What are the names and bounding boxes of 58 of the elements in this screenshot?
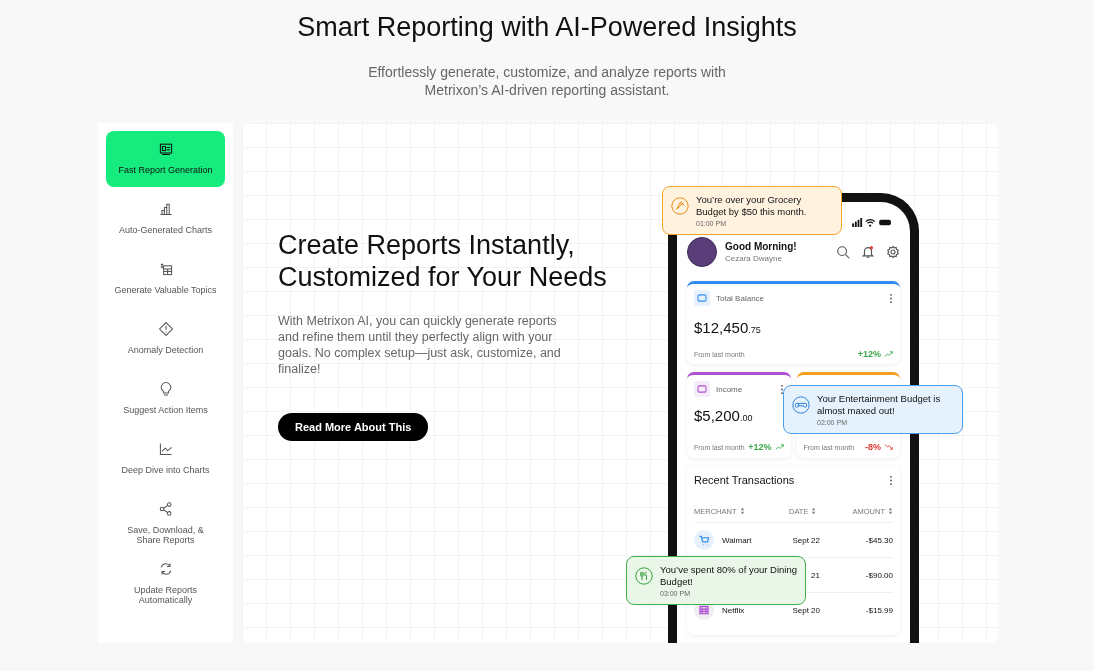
feature-icon [157,321,174,337]
sort-icon[interactable] [888,507,893,515]
change-value: +12% [857,349,881,359]
more-options-icon[interactable] [779,383,784,395]
settings-icon[interactable] [886,245,900,259]
sidebar-item[interactable]: Deep Dive into Charts [106,431,225,487]
trend-up-icon [884,351,893,357]
more-options-icon[interactable] [889,474,893,486]
section-subtitle: Effortlessly generate, customize, and analyze reports with Metrixon’s AI-driven reporting assistant. [367,63,727,99]
feature-icon [157,441,174,457]
status-icons [852,218,892,227]
avatar [687,237,717,267]
change-value: -8% [865,442,881,452]
user-name: Cezara Dwayne [725,254,783,263]
sidebar-item[interactable]: Suggest Action Items [106,371,225,427]
transactions-title: Recent Transactions [694,474,795,486]
notification-icon [792,396,810,414]
read-more-button[interactable]: Read More About This [278,413,429,441]
notification-icon [635,567,653,585]
transaction-date: Sept 22 [791,535,820,545]
notification-icon [671,197,689,215]
card-amount: $5,200.00 [694,407,754,424]
feature-icon [157,501,174,517]
trend-down-icon [884,444,893,450]
sidebar-item[interactable]: Anomaly Detection [106,311,225,367]
section-title: Smart Reporting with AI-Powered Insights [297,12,797,43]
sort-icon[interactable] [811,507,817,515]
change-value: +12% [748,442,772,452]
trend-up-icon [774,444,784,450]
transaction-amount: -$45.30 [864,535,893,545]
merchant-name: Walmart [722,535,752,545]
sidebar-item[interactable]: Save, Download, & Share Reports [106,491,225,547]
feature-icon [157,141,174,157]
notification-message: Your Entertainment Budget is almost maxed out! [817,393,942,416]
sidebar-item[interactable]: Fast Report Generation [106,131,225,187]
card-amount: $12,450.75 [694,319,762,336]
card-icon [694,381,710,397]
transaction-amount: -$15.99 [864,605,893,615]
notification-bell-icon[interactable] [861,245,875,259]
card-icon [694,290,710,306]
card-label: Total Balance [716,293,766,303]
more-options-icon[interactable] [889,292,893,304]
sidebar-item[interactable]: Generate Valuable Topics [106,251,225,307]
notification-message: You’re over your Grocery Budget by $50 this month. [696,194,808,217]
sort-icon[interactable] [739,507,745,515]
merchant-name: Netflix [722,605,745,615]
greeting: Good Morning! [725,241,798,252]
sidebar-item[interactable]: Auto-Generated Charts [106,191,225,247]
notification-message: You’ve spent 80% of your Dining Budget! [660,564,797,587]
transaction-amount: -$90.00 [864,570,893,580]
feature-icon [157,201,174,217]
card-label: Income [716,384,744,394]
merchant-icon [694,530,714,550]
search-icon[interactable] [836,245,850,259]
transaction-date: Sept 20 [791,605,820,615]
feature-description: With Metrixon AI, you can quickly generate reports and refine them until they perfectly align with your goals. No complex setup—just ask, customize, and finalize! [278,313,562,377]
sidebar-item[interactable]: Update Reports Automatically [106,551,225,607]
feature-heading: Create Reports Instantly, Customized for Your Needs [278,229,608,293]
